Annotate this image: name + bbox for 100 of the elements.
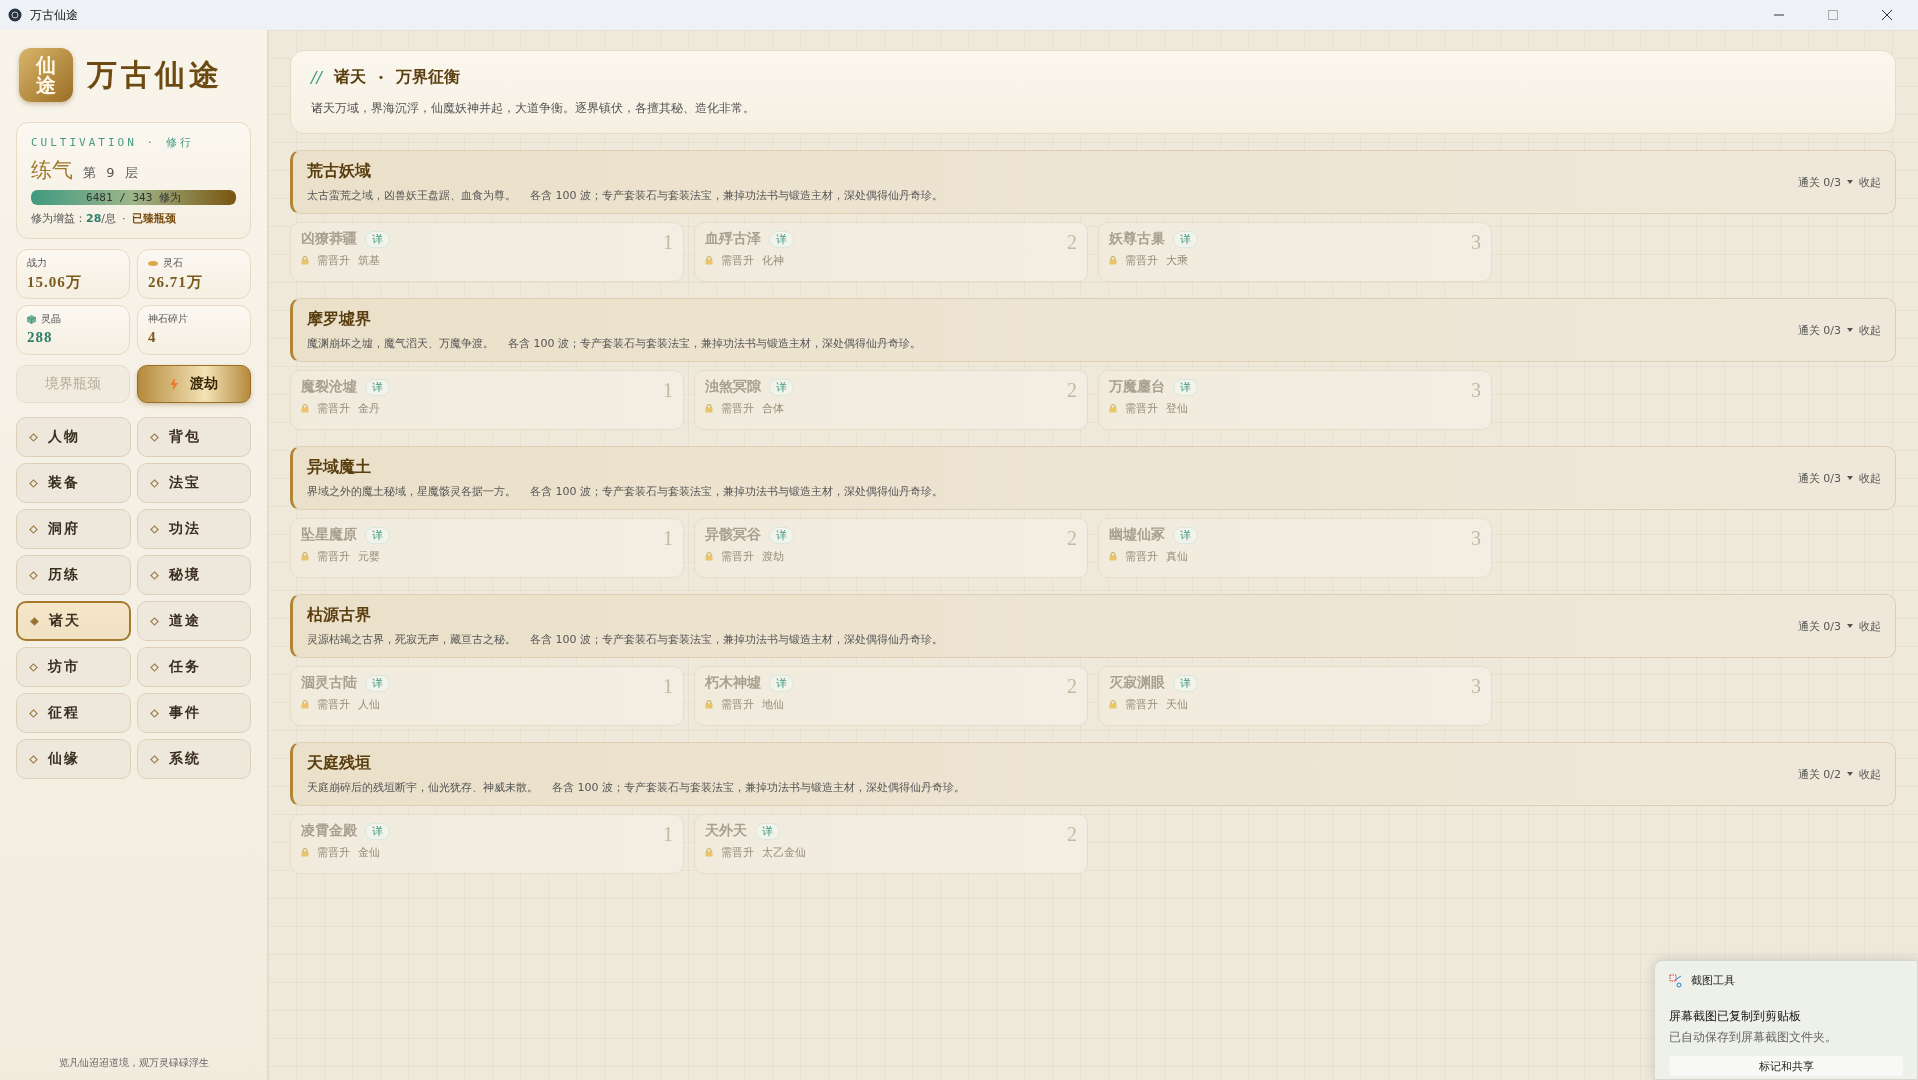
- stage-card[interactable]: 浊煞冥隙 详 需晋升 合体 2: [694, 370, 1088, 430]
- detail-button[interactable]: 详: [365, 230, 390, 248]
- stage-name: 凌霄金殿: [301, 822, 357, 840]
- nav-item[interactable]: 任务: [136, 647, 251, 687]
- detail-button[interactable]: 详: [365, 674, 390, 692]
- collapse-toggle[interactable]: 收起: [1859, 766, 1881, 782]
- stage-card[interactable]: 妖尊古巢 详 需晋升 大乘 3: [1098, 222, 1492, 282]
- lock-icon: [705, 848, 713, 857]
- collapse-toggle[interactable]: 收起: [1859, 174, 1881, 190]
- required-realm: 真仙: [1166, 549, 1188, 564]
- collapse-toggle[interactable]: 收起: [1859, 322, 1881, 338]
- nav-item[interactable]: 装备: [16, 463, 131, 503]
- nav-item[interactable]: 背包: [136, 417, 251, 457]
- detail-button[interactable]: 详: [769, 378, 794, 396]
- detail-button[interactable]: 详: [365, 378, 390, 396]
- stage-number: 1: [663, 675, 673, 698]
- stage-card[interactable]: 灭寂渊眼 详 需晋升 天仙 3: [1098, 666, 1492, 726]
- realm-description: 灵源枯竭之古界，死寂无声，藏亘古之秘。 各含 100 波；专产套装石与套装法宝，兼掉功法书与锻造主材，深处偶得仙丹奇珍。: [307, 632, 944, 647]
- realm-description: 太古蛮荒之域，凶兽妖王盘踞、血食为尊。 各含 100 波；专产套装石与套装法宝，兼掉功法书与锻造主材，深处偶得仙丹奇珍。: [307, 188, 944, 203]
- required-realm: 人仙: [358, 697, 380, 712]
- lock-icon: [301, 700, 309, 709]
- stage-card[interactable]: 魔裂沧墟 详 需晋升 金丹 1: [290, 370, 684, 430]
- stage-card[interactable]: 朽木神墟 详 需晋升 地仙 2: [694, 666, 1088, 726]
- detail-button[interactable]: 详: [1173, 230, 1198, 248]
- required-realm: 太乙金仙: [762, 845, 806, 860]
- detail-button[interactable]: 详: [365, 822, 390, 840]
- diamond-icon: [149, 478, 159, 488]
- detail-button[interactable]: 详: [1173, 674, 1198, 692]
- lock-icon: [705, 552, 713, 561]
- nav-item[interactable]: 诸天: [16, 601, 131, 641]
- diamond-icon: [29, 524, 38, 534]
- stage-card[interactable]: 血殍古泽 详 需晋升 化神 2: [694, 222, 1088, 282]
- lock-icon: [301, 404, 309, 413]
- requirement-label: 需晋升: [721, 549, 754, 564]
- realm-title: 枯源古界: [307, 605, 372, 625]
- diamond-icon: [29, 432, 38, 442]
- detail-button[interactable]: 详: [769, 674, 794, 692]
- stage-number: 2: [1067, 231, 1077, 254]
- detail-button[interactable]: 详: [365, 526, 390, 544]
- realm-description: 魔渊崩坏之墟，魔气滔天、万魔争渡。 各含 100 波；专产套装石与套装法宝，兼掉功法书与锻造主材，深处偶得仙丹奇珍。: [307, 336, 922, 351]
- requirement-label: 需晋升: [317, 697, 350, 712]
- stage-card[interactable]: 涸灵古陆 详 需晋升 人仙 1: [290, 666, 684, 726]
- stage-name: 妖尊古巢: [1109, 230, 1165, 248]
- nav-item[interactable]: 征程: [16, 693, 131, 733]
- stage-card[interactable]: 坠星魔原 详 需晋升 元婴 1: [290, 518, 684, 578]
- stage-card[interactable]: 凌霄金殿 详 需晋升 金仙 1: [290, 814, 684, 874]
- nav-item[interactable]: 道途: [136, 601, 251, 641]
- markup-share-button[interactable]: 标记和共享: [1669, 1056, 1903, 1076]
- realm-stage: 第 9 层: [83, 164, 141, 182]
- collapse-toggle[interactable]: 收起: [1859, 470, 1881, 486]
- stage-name: 涸灵古陆: [301, 674, 357, 692]
- required-realm: 登仙: [1166, 401, 1188, 416]
- requirement-label: 需晋升: [721, 845, 754, 860]
- stage-number: 1: [663, 527, 673, 550]
- realm-description: 界域之外的魔土秘域，星魔骸灵各据一方。 各含 100 波；专产套装石与套装法宝，兼掉功法书与锻造主材，深处偶得仙丹奇珍。: [307, 484, 944, 499]
- stage-card[interactable]: 天外天 详 需晋升 太乙金仙 2: [694, 814, 1088, 874]
- required-realm: 金仙: [358, 845, 380, 860]
- logo-badge: 仙途: [19, 48, 73, 102]
- requirement-label: 需晋升: [317, 401, 350, 416]
- nav-item[interactable]: 秘境: [136, 555, 251, 595]
- nav-item[interactable]: 系统: [136, 739, 251, 779]
- realm-description: 天庭崩碎后的残垣断宇，仙光犹存、神威未散。 各含 100 波；专产套装石与套装法宝，兼掉功法书与锻造主材，深处偶得仙丹奇珍。: [307, 780, 966, 795]
- clear-count: 通关 0/3: [1797, 618, 1841, 634]
- clear-count: 通关 0/3: [1797, 174, 1841, 190]
- diamond-icon: [149, 616, 159, 626]
- stage-number: 2: [1067, 823, 1077, 846]
- diamond-icon: [149, 570, 159, 580]
- stage-card[interactable]: 万魔鏖台 详 需晋升 登仙 3: [1098, 370, 1492, 430]
- maximize-icon: [1828, 10, 1838, 20]
- stage-number: 3: [1471, 527, 1481, 550]
- detail-button[interactable]: 详: [769, 526, 794, 544]
- nav-item[interactable]: 仙缘: [16, 739, 131, 779]
- collapse-toggle[interactable]: 收起: [1859, 618, 1881, 634]
- diamond-icon: [149, 754, 159, 764]
- progress-text: 6481 / 343 修为: [85, 190, 182, 205]
- diamond-icon: [30, 616, 39, 626]
- required-realm: 渡劫: [762, 549, 784, 564]
- stage-card[interactable]: 凶獠莽疆 详 需晋升 筑基 1: [290, 222, 684, 282]
- nav-item[interactable]: 坊市: [16, 647, 131, 687]
- tribulation-button[interactable]: 渡劫: [137, 365, 251, 403]
- stage-card[interactable]: 异骸冥谷 详 需晋升 渡劫 2: [694, 518, 1088, 578]
- app-icon: [8, 8, 22, 22]
- nav-item[interactable]: 事件: [136, 693, 251, 733]
- requirement-label: 需晋升: [1125, 549, 1158, 564]
- nav-item[interactable]: 人物: [16, 417, 131, 457]
- stage-card[interactable]: 幽墟仙冢 详 需晋升 真仙 3: [1098, 518, 1492, 578]
- nav-item[interactable]: 功法: [136, 509, 251, 549]
- detail-button[interactable]: 详: [1173, 526, 1198, 544]
- detail-button[interactable]: 详: [1173, 378, 1198, 396]
- lock-icon: [705, 700, 713, 709]
- window-title: 万古仙途: [30, 6, 78, 24]
- title-separator: •: [377, 71, 385, 84]
- requirement-label: 需晋升: [1125, 401, 1158, 416]
- page-subtitle: 万界征衡: [396, 67, 461, 87]
- nav-item[interactable]: 历练: [16, 555, 131, 595]
- page-title: 诸天: [333, 67, 366, 87]
- detail-button[interactable]: 详: [769, 230, 794, 248]
- detail-button[interactable]: 详: [755, 822, 780, 840]
- nav-item[interactable]: 洞府: [16, 509, 131, 549]
- nav-item[interactable]: 法宝: [136, 463, 251, 503]
